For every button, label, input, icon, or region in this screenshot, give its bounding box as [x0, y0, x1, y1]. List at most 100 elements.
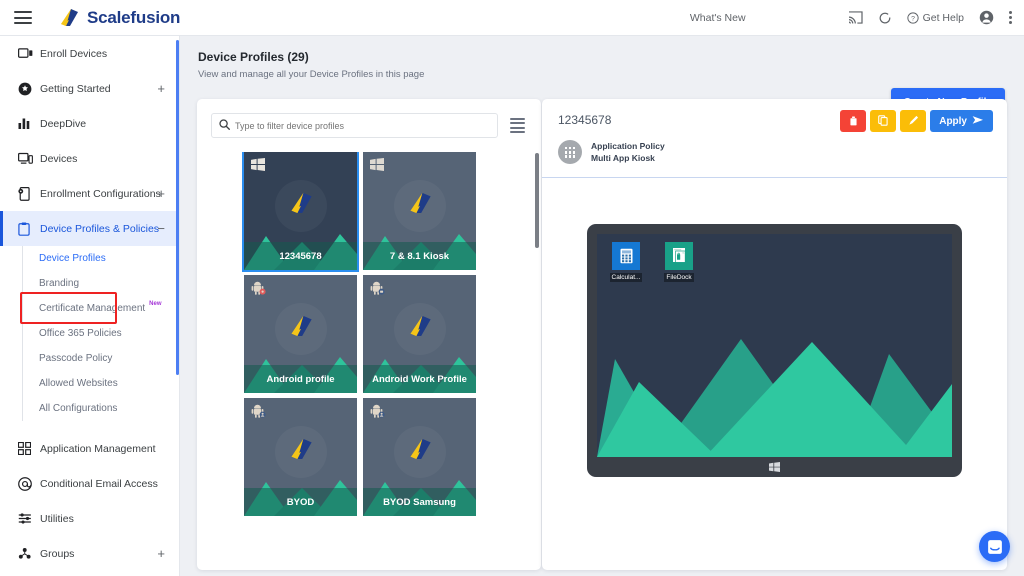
sidebar-label: Device Profiles & Policies [40, 222, 160, 235]
new-badge: New [149, 300, 162, 307]
scalefusion-logo-icon [407, 438, 433, 467]
search-input-wrapper[interactable] [211, 113, 498, 138]
account-icon[interactable] [979, 10, 994, 25]
profile-card[interactable]: BYOD [244, 398, 357, 516]
sidebar-scrollbar[interactable] [176, 40, 179, 375]
get-help-label: Get Help [922, 11, 964, 24]
profile-name: 12345678 [279, 250, 322, 262]
send-icon [972, 115, 984, 128]
sidebar-item-certificate-management[interactable]: Certificate Management New [23, 296, 179, 321]
help-circle-icon: ? [906, 11, 919, 24]
trash-icon [849, 114, 858, 129]
profile-caption-bar: 12345678 [244, 242, 357, 270]
profiles-grid: 12345678 7 & 8.1 Kiosk Android profile A… [197, 152, 541, 516]
sidebar-sublabel: Branding [39, 278, 80, 289]
profiles-list-scrollbar[interactable] [535, 153, 539, 248]
page-subtitle: View and manage all your Device Profiles… [198, 69, 425, 80]
sidebar-item-application-management[interactable]: Application Management [0, 431, 179, 466]
windows-os-icon [251, 158, 265, 176]
sidebar-item-office-365-policies[interactable]: Office 365 Policies [23, 321, 179, 346]
app-label: FileDock [664, 272, 694, 282]
policy-mode: Multi App Kiosk [591, 153, 655, 164]
sync-icon[interactable] [878, 11, 892, 25]
sidebar-item-all-configurations[interactable]: All Configurations [23, 396, 179, 421]
list-view-icon[interactable] [508, 116, 527, 136]
profile-card[interactable]: Android profile [244, 275, 357, 393]
sidebar-label: DeepDive [40, 117, 87, 130]
sidebar-item-enrollment-configurations[interactable]: Enrollment Configurations + [0, 176, 179, 211]
copy-button[interactable] [870, 110, 897, 132]
brand-logo-group[interactable]: Scalefusion [58, 8, 180, 28]
profiles-list-panel: 12345678 [197, 99, 541, 570]
app-label: Calculat... [609, 272, 643, 282]
desktop-app-filedock[interactable]: FileDock [658, 241, 700, 282]
profile-card[interactable]: Android Work Profile [363, 275, 476, 393]
expander-icon[interactable]: − [157, 222, 165, 235]
get-help-button[interactable]: ? Get Help [906, 11, 964, 24]
android-work-os-icon [370, 281, 386, 301]
scalefusion-logo-icon [288, 192, 314, 221]
sidebar-subnav: Device Profiles Branding Certificate Man… [22, 246, 179, 421]
sidebar-label: Application Management [40, 442, 156, 455]
sidebar-item-conditional-email-access[interactable]: Conditional Email Access [0, 466, 179, 501]
profile-card[interactable]: 12345678 [242, 152, 359, 272]
delete-button[interactable] [840, 110, 867, 132]
search-input[interactable] [235, 120, 490, 131]
sidebar-label: Enrollment Configurations [40, 187, 161, 200]
expander-icon[interactable]: + [157, 187, 165, 200]
profiles-grid-wrapper: 12345678 7 & 8.1 Kiosk Android profile A… [197, 152, 541, 552]
sidebar: Enroll Devices Getting Started + DeepDiv… [0, 36, 180, 576]
detail-actions: Apply [840, 110, 993, 132]
sidebar-item-allowed-websites[interactable]: Allowed Websites [23, 371, 179, 396]
desktop-app-calculator[interactable]: Calculat... [605, 241, 647, 282]
kebab-menu-icon[interactable] [1009, 11, 1012, 24]
sidebar-item-device-profiles-and-policies[interactable]: Device Profiles & Policies − [0, 211, 179, 246]
profile-detail-panel: 12345678 Apply Application Policy Multi … [542, 99, 1007, 570]
sidebar-item-branding[interactable]: Branding [23, 271, 179, 296]
sidebar-item-groups[interactable]: Groups + [0, 536, 179, 571]
monitor-bezel-logo [587, 457, 962, 477]
main-content: Device Profiles (29) View and manage all… [180, 36, 1024, 576]
cast-icon[interactable] [848, 11, 863, 24]
whats-new-link[interactable]: What's New [690, 12, 746, 24]
profile-caption-bar: 7 & 8.1 Kiosk [363, 242, 476, 270]
profile-name: BYOD Samsung [383, 496, 456, 508]
filedock-icon [665, 241, 693, 270]
profile-caption-bar: BYOD Samsung [363, 488, 476, 516]
enroll-devices-icon [18, 47, 36, 60]
sidebar-item-enroll-devices[interactable]: Enroll Devices [0, 36, 179, 71]
apps-grid-icon[interactable] [821, 12, 833, 24]
expander-icon[interactable]: + [157, 547, 165, 560]
search-icon [219, 117, 230, 135]
policy-summary-text: Application Policy Multi App Kiosk [591, 140, 665, 165]
sidebar-sublabel: Passcode Policy [39, 353, 113, 364]
sidebar-item-device-profiles[interactable]: Device Profiles [23, 246, 179, 271]
pencil-icon [908, 114, 919, 129]
groups-icon [18, 547, 36, 560]
apply-button[interactable]: Apply [930, 110, 993, 132]
scalefusion-logo-icon [58, 8, 80, 28]
sidebar-item-devices[interactable]: Devices [0, 141, 179, 176]
devices-icon [18, 152, 36, 165]
android-byod-os-icon [251, 404, 267, 424]
sidebar-item-utilities[interactable]: Utilities [0, 501, 179, 536]
device-preview-area: Calculat... FileDock [542, 178, 1007, 523]
sidebar-item-getting-started[interactable]: Getting Started + [0, 71, 179, 106]
expander-icon[interactable]: + [157, 82, 165, 95]
page-title: Device Profiles (29) [198, 50, 309, 64]
windows-monitor-mockup: Calculat... FileDock [587, 223, 962, 477]
edit-button[interactable] [900, 110, 927, 132]
device-screen: Calculat... FileDock [597, 233, 952, 457]
profile-card[interactable]: 7 & 8.1 Kiosk [363, 152, 476, 270]
profile-card[interactable]: BYOD Samsung [363, 398, 476, 516]
sidebar-label: Conditional Email Access [40, 477, 158, 490]
sidebar-item-deepdive[interactable]: DeepDive [0, 106, 179, 141]
sidebar-sublabel: Office 365 Policies [39, 328, 122, 339]
menu-icon[interactable] [14, 11, 32, 24]
profile-caption-bar: Android profile [244, 365, 357, 393]
sidebar-sublabel: Allowed Websites [39, 378, 118, 389]
sidebar-item-passcode-policy[interactable]: Passcode Policy [23, 346, 179, 371]
brand-name: Scalefusion [87, 7, 181, 27]
copy-icon [878, 114, 888, 129]
chat-bubble-icon[interactable] [979, 531, 1010, 562]
